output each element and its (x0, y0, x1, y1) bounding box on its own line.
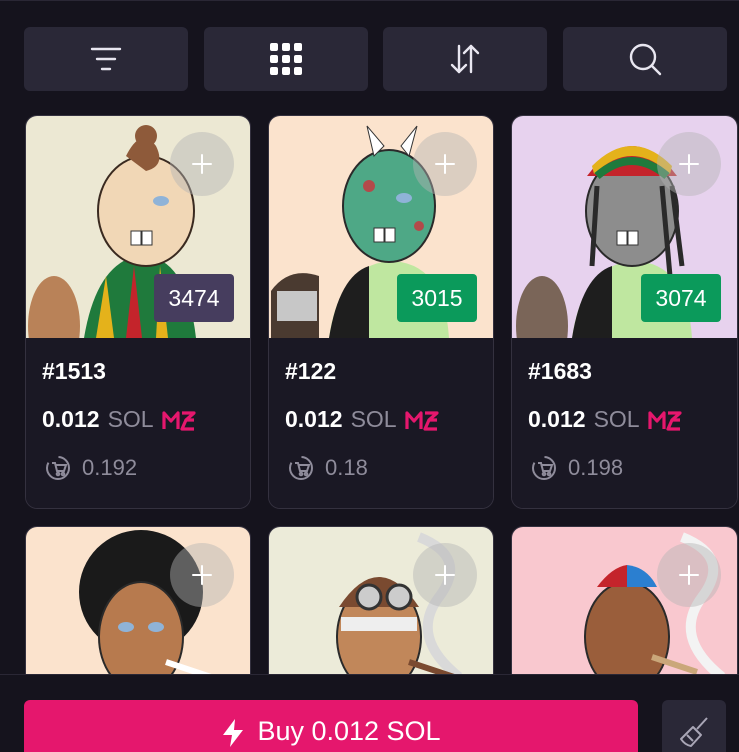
magic-eden-icon (161, 409, 196, 431)
price-row: 0.012 SOL (285, 406, 439, 433)
top-offer-row: 0.198 (530, 454, 623, 482)
grid-view-button[interactable] (204, 27, 368, 91)
buy-button[interactable]: Buy 0.012 SOL (24, 700, 638, 752)
top-offer-row: 0.18 (287, 454, 368, 482)
nft-name: #122 (285, 358, 337, 384)
add-to-cart-button[interactable] (170, 132, 234, 196)
nft-image: 3015 (269, 116, 493, 338)
plus-icon (435, 154, 455, 174)
nft-name: #1513 (42, 358, 106, 384)
top-offer-row: 0.192 (44, 454, 137, 482)
card-details: #1683 0.012 SOL 0.198 (512, 338, 737, 508)
rarity-rank-badge: 3474 (154, 274, 234, 322)
plus-icon (679, 154, 699, 174)
sort-button[interactable] (383, 27, 547, 91)
add-to-cart-button[interactable] (657, 132, 721, 196)
nft-name: #1683 (528, 358, 592, 384)
nft-card[interactable]: 3474 #1513 0.012 SOL 0.192 (25, 115, 251, 509)
price-row: 0.012 SOL (42, 406, 196, 433)
search-icon (629, 43, 662, 76)
toolbar (0, 0, 739, 100)
card-details: #122 0.012 SOL 0.18 (269, 338, 493, 508)
plus-icon (679, 565, 699, 585)
filter-button[interactable] (24, 27, 188, 91)
price-row: 0.012 SOL (528, 406, 682, 433)
add-to-cart-button[interactable] (413, 132, 477, 196)
price-value: 0.012 (285, 406, 343, 432)
nft-image (512, 527, 737, 685)
nft-card[interactable]: 3015 #122 0.012 SOL 0.18 (268, 115, 494, 509)
nft-card[interactable] (25, 526, 251, 686)
footer-bar: Buy 0.012 SOL (0, 674, 739, 752)
broom-icon (680, 717, 708, 747)
rarity-rank-badge: 3015 (397, 274, 477, 322)
offer-cart-icon (289, 456, 313, 480)
add-to-cart-button[interactable] (657, 543, 721, 607)
price-unit: SOL (350, 406, 397, 432)
plus-icon (435, 565, 455, 585)
add-to-cart-button[interactable] (170, 543, 234, 607)
offer-cart-icon (532, 456, 556, 480)
price-value: 0.012 (528, 406, 586, 432)
lightning-icon (223, 719, 244, 747)
sweep-button[interactable] (662, 700, 726, 752)
plus-icon (192, 565, 212, 585)
nft-image: 3074 (512, 116, 737, 338)
search-button[interactable] (563, 27, 727, 91)
filter-icon (90, 47, 122, 71)
top-offer-value: 0.192 (82, 455, 138, 480)
sort-icon (450, 44, 480, 74)
nft-card[interactable] (268, 526, 494, 686)
plus-icon (192, 154, 212, 174)
nft-card[interactable] (511, 526, 738, 686)
price-value: 0.012 (42, 406, 100, 432)
rarity-rank-badge: 3074 (641, 274, 721, 322)
nft-card[interactable]: 3074 #1683 0.012 SOL 0.198 (511, 115, 738, 509)
offer-cart-icon (46, 456, 70, 480)
card-details: #1513 0.012 SOL 0.192 (26, 338, 250, 508)
buy-button-label: Buy 0.012 SOL (257, 716, 441, 746)
magic-eden-icon (404, 409, 439, 431)
nft-image: 3474 (26, 116, 250, 338)
magic-eden-icon (647, 409, 682, 431)
price-unit: SOL (107, 406, 154, 432)
nft-image (269, 527, 493, 685)
add-to-cart-button[interactable] (413, 543, 477, 607)
grid-view-icon (270, 43, 302, 75)
top-offer-value: 0.198 (568, 455, 624, 480)
top-offer-value: 0.18 (325, 455, 368, 480)
nft-image (26, 527, 250, 685)
price-unit: SOL (593, 406, 640, 432)
